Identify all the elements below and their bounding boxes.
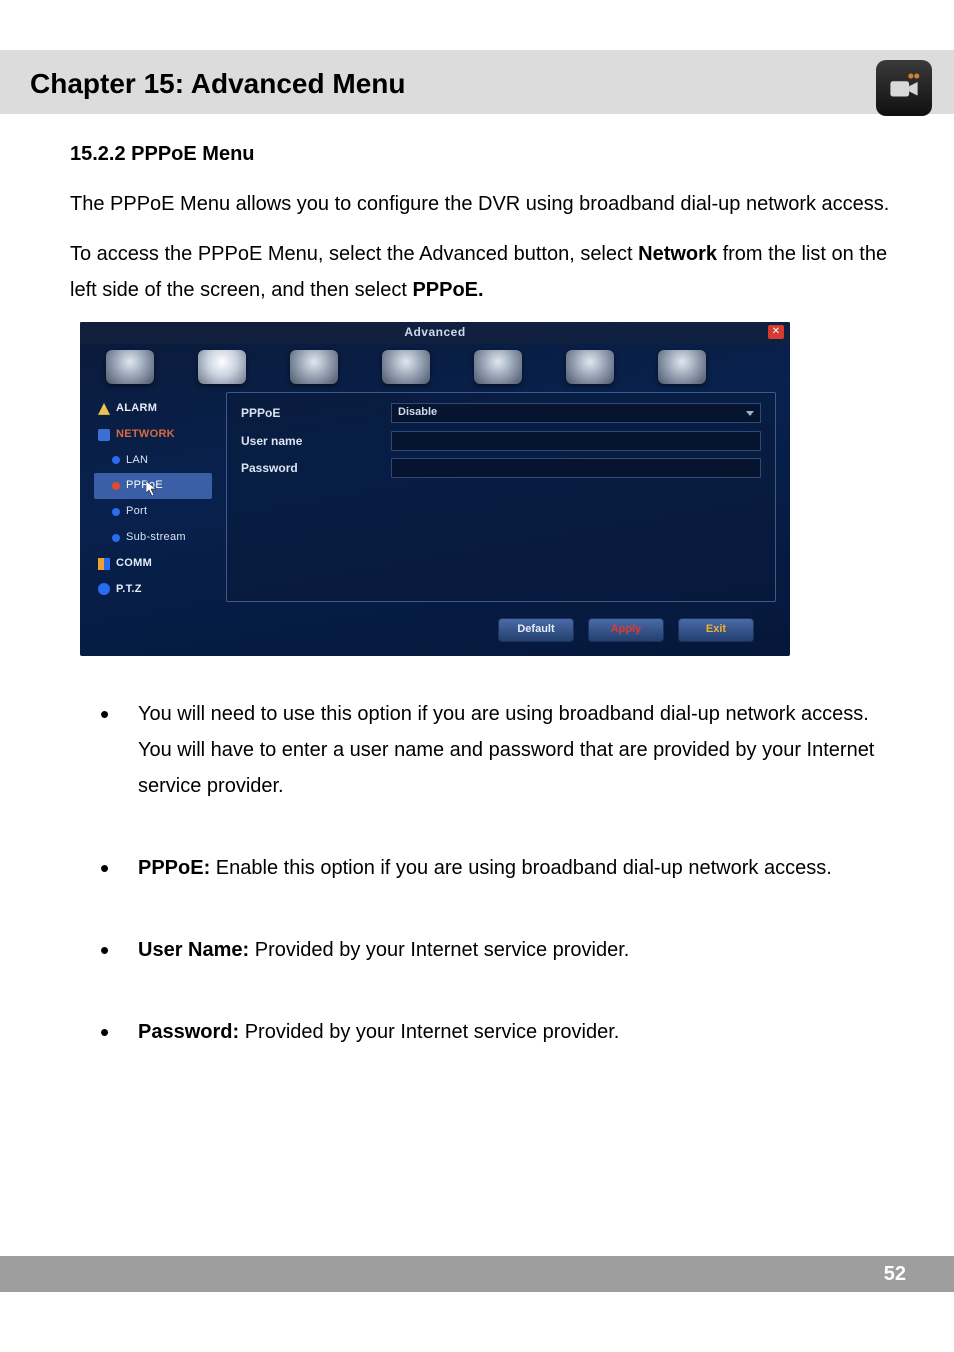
sidebar-label-network: NETWORK xyxy=(116,425,175,445)
close-icon[interactable]: ✕ xyxy=(768,325,784,339)
sidebar-label-comm: COMM xyxy=(116,554,152,574)
access-paragraph: To access the PPPoE Menu, select the Adv… xyxy=(70,236,894,308)
exit-button[interactable]: Exit xyxy=(678,618,754,642)
sidebar-label-ptz: P.T.Z xyxy=(116,580,142,600)
network-icon xyxy=(98,429,110,441)
apply-button[interactable]: Apply xyxy=(588,618,664,642)
dvr-form-panel: PPPoE Disable User name Password xyxy=(226,392,776,602)
section-heading: 15.2.2 PPPoE Menu xyxy=(70,136,894,172)
toolbar-button-6[interactable] xyxy=(566,350,614,384)
dvr-sidebar: ALARM NETWORK LAN PPPoE Port Sub-stream … xyxy=(94,392,212,602)
form-label-username: User name xyxy=(241,431,391,453)
access-text-pre: To access the PPPoE Menu, select the Adv… xyxy=(70,243,638,265)
password-input[interactable] xyxy=(391,458,761,478)
alarm-icon xyxy=(98,403,110,415)
page-footer: 52 xyxy=(0,1256,954,1292)
access-text-bold-network: Network xyxy=(638,243,717,265)
sidebar-label-port: Port xyxy=(126,502,147,522)
sidebar-label-alarm: ALARM xyxy=(116,399,157,419)
toolbar-button-1[interactable] xyxy=(106,350,154,384)
sidebar-label-substream: Sub-stream xyxy=(126,528,186,548)
ptz-icon xyxy=(98,583,110,595)
chapter-title: Chapter 15: Advanced Menu xyxy=(30,68,884,100)
dvr-footer: Default Apply Exit xyxy=(80,612,790,656)
chevron-down-icon xyxy=(746,411,754,416)
toolbar-button-5[interactable] xyxy=(474,350,522,384)
camera-icon xyxy=(876,60,932,116)
dvr-toolbar xyxy=(80,344,790,392)
bullet-text-4: Provided by your Internet service provid… xyxy=(239,1021,619,1043)
dot-icon xyxy=(112,508,120,516)
cursor-icon xyxy=(146,481,158,497)
sidebar-label-lan: LAN xyxy=(126,451,148,471)
sidebar-item-alarm[interactable]: ALARM xyxy=(94,396,212,422)
chapter-title-bar: Chapter 15: Advanced Menu xyxy=(0,50,954,114)
pppoe-select[interactable]: Disable xyxy=(391,403,761,423)
dvr-window-title: Advanced xyxy=(80,322,790,344)
bullet-bold-username: User Name: xyxy=(138,939,249,961)
pppoe-select-value: Disable xyxy=(398,403,437,423)
dot-icon xyxy=(112,482,120,490)
list-item: User Name: Provided by your Internet ser… xyxy=(100,932,894,968)
toolbar-button-4[interactable] xyxy=(382,350,430,384)
dvr-screenshot: Advanced ✕ ALARM NETWORK LAN PPPoE xyxy=(80,322,790,656)
intro-paragraph: The PPPoE Menu allows you to configure t… xyxy=(70,186,894,222)
list-item: You will need to use this option if you … xyxy=(100,696,894,804)
bullet-list: You will need to use this option if you … xyxy=(100,696,894,1050)
sidebar-item-ptz[interactable]: P.T.Z xyxy=(94,577,212,603)
toolbar-button-3[interactable] xyxy=(290,350,338,384)
bullet-bold-password: Password: xyxy=(138,1021,239,1043)
page-number: 52 xyxy=(884,1263,906,1286)
sidebar-item-lan[interactable]: LAN xyxy=(94,448,212,474)
form-label-pppoe: PPPoE xyxy=(241,403,391,425)
bullet-text-1: You will need to use this option if you … xyxy=(138,703,874,797)
bullet-bold-pppoe: PPPoE: xyxy=(138,857,210,879)
sidebar-item-substream[interactable]: Sub-stream xyxy=(94,525,212,551)
username-input[interactable] xyxy=(391,431,761,451)
sidebar-item-port[interactable]: Port xyxy=(94,499,212,525)
sidebar-item-network[interactable]: NETWORK xyxy=(94,422,212,448)
bullet-text-3: Provided by your Internet service provid… xyxy=(249,939,629,961)
toolbar-button-7[interactable] xyxy=(658,350,706,384)
access-text-bold-pppoe: PPPoE. xyxy=(412,279,483,301)
toolbar-button-2[interactable] xyxy=(198,350,246,384)
form-label-password: Password xyxy=(241,458,391,480)
dot-icon xyxy=(112,534,120,542)
default-button[interactable]: Default xyxy=(498,618,574,642)
list-item: Password: Provided by your Internet serv… xyxy=(100,1014,894,1050)
list-item: PPPoE: Enable this option if you are usi… xyxy=(100,850,894,886)
comm-icon xyxy=(98,558,110,570)
bullet-text-2: Enable this option if you are using broa… xyxy=(210,857,832,879)
sidebar-item-pppoe[interactable]: PPPoE xyxy=(94,473,212,499)
dvr-window-titlebar: Advanced ✕ xyxy=(80,322,790,344)
dot-icon xyxy=(112,456,120,464)
sidebar-item-comm[interactable]: COMM xyxy=(94,551,212,577)
